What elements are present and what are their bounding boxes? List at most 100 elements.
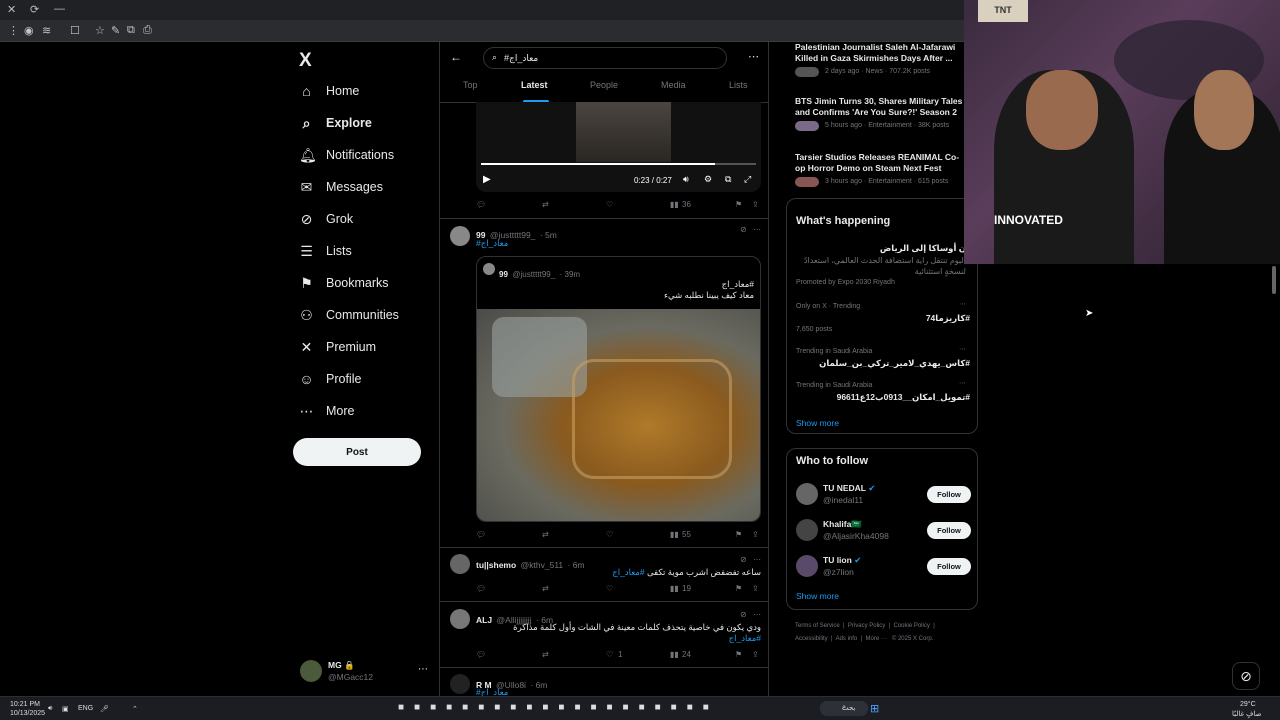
reload-icon[interactable]: ⟳ xyxy=(30,3,39,16)
tab-top[interactable]: Top xyxy=(463,80,478,90)
nav-messages[interactable]: ✉ Messages xyxy=(299,174,383,200)
grok-icon[interactable]: ⊘ xyxy=(740,555,747,564)
news-item[interactable]: BTS Jimin Turns 30, Shares Military Tale… xyxy=(795,96,965,131)
bookmark-icon[interactable]: ⚑ xyxy=(735,650,742,659)
chevron-up-icon[interactable]: ⌃ xyxy=(132,705,138,713)
avatar[interactable] xyxy=(450,554,470,574)
fullscreen-icon[interactable]: ⤢ xyxy=(744,174,751,185)
tab-people[interactable]: People xyxy=(590,80,618,90)
nav-communities[interactable]: ⚇ Communities xyxy=(299,302,399,328)
footer-link[interactable]: Terms of Service xyxy=(795,623,840,629)
reply-icon[interactable]: 💬︎ xyxy=(476,530,486,539)
trend-name[interactable]: #تمويل_امكان__0913ب12ع96611 xyxy=(796,392,970,403)
show-more-link[interactable]: Show more xyxy=(796,591,839,601)
avatar[interactable] xyxy=(450,226,470,246)
bookmark-icon[interactable]: ⚑ xyxy=(735,200,742,209)
like-icon[interactable]: ♡ xyxy=(606,650,613,659)
follow-button[interactable]: Follow xyxy=(927,486,971,503)
tab-icon[interactable]: ☐ xyxy=(70,24,80,37)
footer-link[interactable]: Ads info xyxy=(836,636,858,642)
footer-link[interactable]: More ··· xyxy=(866,636,887,642)
star-icon[interactable]: ☆ xyxy=(95,24,105,37)
taskbar-search[interactable]: بحث ⌕ xyxy=(820,701,868,716)
retweet-icon[interactable]: ⇄ xyxy=(542,650,549,659)
clock-time[interactable]: 10:21 PM xyxy=(10,701,40,708)
avatar[interactable] xyxy=(450,674,470,694)
share-icon[interactable]: ⇪ xyxy=(752,584,759,593)
trend-name[interactable]: #كاس_يهدي_لامير_تركي_بن_سلمان xyxy=(796,358,970,369)
like-icon[interactable]: ♡ xyxy=(606,200,613,209)
user-name[interactable]: Khalifa🇸🇦 xyxy=(823,519,862,530)
settings-icon[interactable]: ⚙ xyxy=(704,174,712,185)
bookmark-icon[interactable]: ⚑ xyxy=(735,530,742,539)
avatar[interactable] xyxy=(796,519,818,541)
avatar[interactable] xyxy=(796,483,818,505)
taskbar-apps[interactable]: ■■■■■■■■■■■■■■■■■■■■ xyxy=(398,702,858,716)
reply-icon[interactable]: 💬︎ xyxy=(476,584,486,593)
video-player[interactable]: ▶ 0:23 / 0:27 🔊︎ ⚙ ⧉ ⤢ xyxy=(476,102,761,192)
clock-date[interactable]: 10/13/2025 xyxy=(10,710,45,717)
like-icon[interactable]: ♡ xyxy=(606,584,613,593)
follow-button[interactable]: Follow xyxy=(927,522,971,539)
trend-name[interactable]: #كاريزما74 xyxy=(796,313,970,324)
tweet-image[interactable] xyxy=(477,309,760,521)
pip-icon[interactable]: ⧉ xyxy=(725,174,731,185)
nav-grok[interactable]: ⊘ Grok xyxy=(299,206,353,232)
bookmark-icon[interactable]: ⚑ xyxy=(735,584,742,593)
grok-icon[interactable]: ⊘ xyxy=(740,610,747,619)
more-icon[interactable]: ⋯ xyxy=(959,379,966,387)
tweet-time[interactable]: · 5m xyxy=(540,230,557,240)
network-icon[interactable]: ▣ xyxy=(62,705,69,713)
footer-link[interactable]: Privacy Policy xyxy=(848,623,885,629)
avatar[interactable] xyxy=(796,555,818,577)
tweet-hashtag[interactable]: #معاد_اج xyxy=(476,687,508,696)
tweet-hashtag[interactable]: #معاد_اج xyxy=(476,633,761,644)
nav-premium[interactable]: ✕ Premium xyxy=(299,334,376,360)
nav-home[interactable]: ⌂ Home xyxy=(299,78,359,104)
tab-latest[interactable]: Latest xyxy=(521,80,548,90)
share-icon[interactable]: ⇪ xyxy=(752,650,759,659)
more-icon[interactable]: ⋯ xyxy=(959,300,966,308)
reply-icon[interactable]: 💬︎ xyxy=(476,200,486,209)
more-icon[interactable]: ⋯ xyxy=(959,345,966,353)
views-icon[interactable]: ▮▮ xyxy=(670,530,679,539)
share-icon[interactable]: ⇪ xyxy=(752,200,759,209)
tweet-hashtag[interactable]: #معاد_اج xyxy=(612,567,644,577)
weather-temp[interactable]: 29°C xyxy=(1240,701,1256,708)
volume-icon[interactable]: 🔊︎ xyxy=(683,174,689,185)
tab-media[interactable]: Media xyxy=(661,80,686,90)
views-icon[interactable]: ▮▮ xyxy=(670,650,679,659)
quoted-tweet[interactable]: 99 @justtttt99_ · 39m #معاد_اج معاد كيف … xyxy=(476,256,761,522)
menu-icon[interactable]: ⋮ xyxy=(8,24,19,37)
nav-bookmarks[interactable]: ⚑ Bookmarks xyxy=(299,270,388,296)
back-arrow-icon[interactable]: ← xyxy=(450,50,462,64)
avatar[interactable] xyxy=(450,609,470,629)
more-icon[interactable]: ⋯ xyxy=(753,555,761,564)
mic-icon[interactable]: 🎤︎ xyxy=(100,705,109,713)
footer-link[interactable]: Cookie Policy xyxy=(894,623,930,629)
language-indicator[interactable]: ENG xyxy=(78,705,93,712)
nav-explore[interactable]: ⌕ Explore xyxy=(299,110,372,136)
pen-icon[interactable]: ✎ xyxy=(111,24,120,37)
user-name[interactable]: TU lion ✔ xyxy=(823,555,861,566)
copy-icon[interactable]: ⧉ xyxy=(127,24,135,37)
more-icon[interactable]: ⋯ xyxy=(418,664,428,675)
footer-link[interactable]: Accessibility xyxy=(795,636,828,642)
reply-icon[interactable]: 💬︎ xyxy=(476,650,486,659)
windows-start-icon[interactable]: ⊞ xyxy=(870,702,879,715)
search-input[interactable]: ⌕ #معاد_اج xyxy=(483,47,727,69)
news-item[interactable]: Tarsier Studios Releases REANIMAL Co-op … xyxy=(795,152,967,187)
promo-title[interactable]: ن أوساكا إلى الرياض xyxy=(796,243,966,254)
user-name[interactable]: TU NEDAL ✔ xyxy=(823,483,875,494)
nav-lists[interactable]: ☰ Lists xyxy=(299,238,351,264)
tab-lists[interactable]: Lists xyxy=(729,80,748,90)
follow-button[interactable]: Follow xyxy=(927,558,971,575)
views-icon[interactable]: ▮▮ xyxy=(670,200,679,209)
tweet-hashtag[interactable]: #معاد_اج xyxy=(476,238,508,249)
nav-profile[interactable]: ☺ Profile xyxy=(299,366,361,392)
post-button[interactable]: Post xyxy=(293,438,421,466)
more-icon[interactable]: ⋯ xyxy=(753,610,761,619)
tweet-time[interactable]: · 6m xyxy=(530,680,547,690)
nav-more[interactable]: ⋯ More xyxy=(299,398,355,424)
nav-notifications[interactable]: 🔔︎ Notifications xyxy=(299,142,394,168)
